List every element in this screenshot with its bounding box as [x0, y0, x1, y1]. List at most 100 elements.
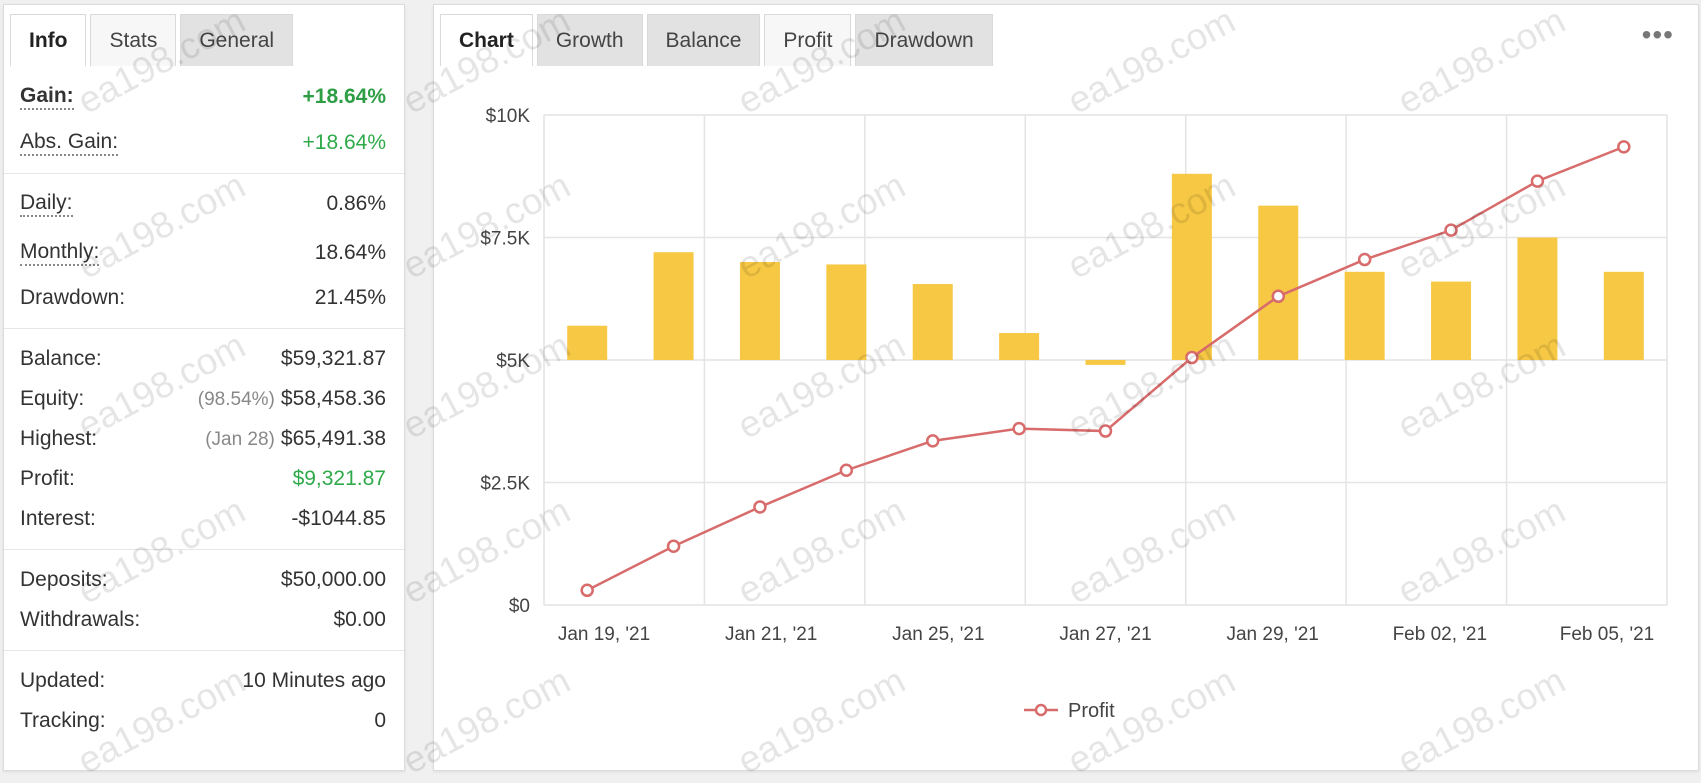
x-tick-label: Jan 19, '21	[558, 624, 650, 645]
profit-point	[925, 434, 940, 448]
y-tick-label: $7.5K	[480, 229, 530, 250]
profit-value: $9,321.87	[292, 467, 386, 490]
x-tick-label: Jan 21, '21	[725, 624, 817, 645]
highest-value: $65,491.38	[280, 427, 386, 450]
tracking-label: Tracking:	[20, 709, 106, 732]
gain-label[interactable]: Gain:	[20, 84, 74, 110]
stat-equity: Equity: (98.54%) $58,458.36	[4, 379, 404, 419]
profit-point	[1444, 223, 1458, 237]
interest-label: Interest:	[20, 507, 96, 530]
x-tick-label: Jan 25, '21	[892, 624, 984, 645]
abs-gain-label[interactable]: Abs. Gain:	[20, 130, 119, 156]
tab-general[interactable]: General	[180, 14, 294, 66]
profit-point	[839, 463, 854, 477]
profit-point	[1357, 252, 1372, 267]
tab-stats[interactable]: Stats	[90, 14, 177, 66]
x-tick-label: Feb 05, '21	[1560, 624, 1654, 645]
stat-tracking: Tracking: 0	[4, 701, 404, 741]
equity-label: Equity:	[20, 387, 85, 410]
tab-profit[interactable]: Profit	[764, 14, 852, 66]
tab-growth[interactable]: Growth	[536, 14, 643, 66]
stat-interest: Interest: -$1044.85	[4, 499, 404, 539]
daily-label[interactable]: Daily:	[20, 191, 73, 217]
profit-bar	[1431, 281, 1472, 360]
profit-chart: $0 $2.5K $5K $7.5K $10K Jan 19, '21 Jan 21, '2…	[480, 106, 1668, 722]
drawdown-value: 21.45%	[314, 286, 386, 309]
y-tick-label: $5K	[496, 351, 530, 372]
profit-bar	[912, 284, 953, 360]
stat-gain: Gain: +18.64%	[4, 77, 404, 117]
divider	[4, 328, 404, 329]
profit-point	[1271, 289, 1286, 304]
profit-bar	[739, 262, 780, 360]
legend-label: Profit	[1068, 700, 1115, 722]
stat-daily: Daily: 0.86%	[4, 184, 404, 224]
withdrawals-value: $0.00	[333, 608, 386, 631]
y-tick-label: $0	[509, 596, 530, 617]
profit-point	[753, 500, 767, 514]
stat-monthly: Monthly: 18.64%	[4, 233, 404, 273]
profit-line	[586, 145, 1625, 592]
balance-value: $59,321.87	[280, 347, 386, 370]
stats-list: Gain: +18.64% Abs. Gain: +18.64% Daily: …	[4, 77, 404, 741]
profit-bar	[1171, 173, 1212, 360]
stat-updated: Updated: 10 Minutes ago	[4, 661, 404, 701]
equity-value: $58,458.36	[280, 387, 386, 410]
equity-percent: (98.54%)	[197, 389, 275, 410]
profit-bar	[826, 264, 867, 360]
tab-drawdown[interactable]: Drawdown	[855, 14, 993, 66]
highest-value-group: (Jan 28) $65,491.38	[205, 427, 386, 451]
profit-bar	[1603, 271, 1644, 360]
legend-marker	[1034, 703, 1048, 717]
stat-highest: Highest: (Jan 28) $65,491.38	[4, 419, 404, 459]
updated-value: 10 Minutes ago	[242, 669, 386, 692]
more-dots-icon[interactable]: •••	[1642, 21, 1674, 49]
profit-point	[1012, 421, 1026, 436]
gain-value: +18.64%	[302, 85, 387, 108]
deposits-label: Deposits:	[20, 568, 108, 591]
interest-value: -$1044.85	[291, 507, 386, 530]
profit-bar	[1258, 205, 1299, 360]
profit-point	[1098, 424, 1113, 438]
profit-point	[1617, 140, 1631, 154]
profit-point	[1185, 350, 1199, 365]
deposits-value: $50,000.00	[280, 568, 386, 591]
profit-label: Profit:	[20, 467, 75, 490]
x-tick-label: Jan 27, '21	[1059, 624, 1151, 645]
y-tick-label: $2.5K	[480, 474, 530, 495]
stat-withdrawals: Withdrawals: $0.00	[4, 600, 404, 640]
profit-bar	[653, 252, 694, 360]
stat-balance: Balance: $59,321.87	[4, 339, 404, 379]
monthly-value: 18.64%	[314, 241, 386, 264]
profit-bar	[1517, 237, 1558, 360]
divider	[4, 549, 404, 550]
chart-tabs: Chart Growth Balance Profit Drawdown	[440, 14, 997, 68]
y-tick-label: $10K	[486, 106, 531, 127]
abs-gain-value: +18.64%	[302, 131, 387, 154]
profit-point	[580, 583, 594, 598]
balance-label: Balance:	[20, 347, 102, 370]
info-tabs: Info Stats General	[10, 14, 297, 68]
withdrawals-label: Withdrawals:	[20, 608, 141, 631]
x-tick-label: Jan 29, '21	[1226, 624, 1318, 645]
drawdown-label: Drawdown:	[20, 286, 126, 309]
stat-drawdown: Drawdown: 21.45%	[4, 278, 404, 318]
tracking-value: 0	[374, 709, 386, 732]
stat-abs-gain: Abs. Gain: +18.64%	[4, 123, 404, 163]
profit-point	[1530, 174, 1545, 188]
tab-balance[interactable]: Balance	[646, 14, 761, 66]
daily-value: 0.86%	[326, 192, 386, 215]
tab-chart[interactable]: Chart	[440, 14, 533, 66]
monthly-label[interactable]: Monthly:	[20, 240, 100, 266]
updated-label: Updated:	[20, 669, 106, 692]
profit-bar	[567, 325, 608, 360]
profit-bar	[1344, 271, 1385, 360]
divider	[4, 650, 404, 651]
highest-date: (Jan 28)	[205, 429, 275, 450]
highest-label: Highest:	[20, 427, 98, 450]
profit-bar	[999, 333, 1040, 360]
tab-info[interactable]: Info	[10, 14, 87, 66]
profit-bar	[1085, 360, 1126, 365]
profit-point	[666, 539, 681, 553]
x-tick-label: Feb 02, '21	[1393, 624, 1487, 645]
